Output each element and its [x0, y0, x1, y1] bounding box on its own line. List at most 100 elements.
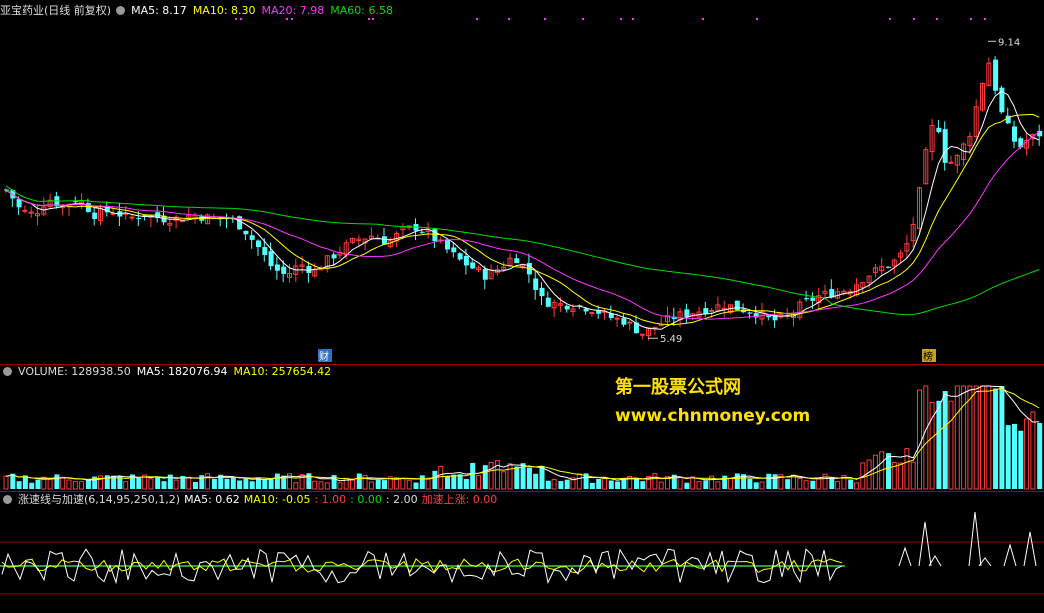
volume-bar-down — [1018, 430, 1024, 489]
volume-bar-down — [514, 466, 520, 489]
candle-body-down — [256, 240, 261, 248]
signal-dot — [582, 18, 584, 20]
candle-body-down — [92, 212, 98, 219]
candle-body-down — [993, 59, 999, 91]
volume-bar-up — [60, 476, 66, 490]
candle-body-down — [16, 199, 22, 208]
candle-body-down — [281, 266, 287, 274]
indicator-spike — [968, 511, 982, 567]
volume-bar-up — [318, 481, 324, 490]
candle-body-down — [470, 262, 476, 269]
candle-body-up — [589, 312, 595, 315]
event-tag-list: 榜 — [923, 350, 933, 363]
candle-body-down — [382, 236, 387, 245]
volume-bar-up — [425, 477, 431, 490]
volume-bar-down — [268, 478, 274, 489]
signal-dot — [756, 18, 758, 20]
signal-dot — [889, 18, 891, 20]
volume-bar-down — [640, 481, 646, 489]
stock-chart[interactable]: 9.14 5.49 财 榜 — [0, 0, 1044, 613]
signal-dot — [368, 18, 370, 20]
candle-body-down — [1018, 138, 1024, 148]
volume-bar-down — [243, 478, 249, 489]
volume-bar-up — [312, 480, 318, 490]
candle-body-down — [243, 230, 249, 235]
candle-body-down — [268, 251, 274, 267]
candle-body-down — [451, 247, 457, 253]
volume-bar-up — [715, 481, 721, 490]
candle-body-down — [419, 231, 425, 233]
candle-body-down — [810, 297, 816, 301]
volume-bar-down — [463, 478, 469, 489]
volume-bar-up — [923, 385, 929, 490]
volume-bar-down — [136, 477, 142, 489]
volume-bar-down — [589, 482, 595, 489]
volume-bar-down — [375, 479, 381, 489]
volume-bar-down — [230, 476, 236, 489]
volume-bar-up — [898, 462, 904, 490]
volume-bar-down — [249, 481, 255, 489]
volume-bar-down — [155, 477, 161, 489]
volume-bar-down — [722, 475, 728, 489]
candle-body-down — [621, 318, 627, 325]
volume-bar-up — [507, 463, 513, 490]
volume-bar-up — [476, 474, 481, 490]
volume-bar-down — [558, 481, 564, 489]
volume-bar-up — [1030, 411, 1036, 490]
volume-bar-down — [161, 481, 167, 489]
volume-bar-down — [419, 475, 425, 489]
volume-bar-down — [772, 474, 778, 489]
candle-body-down — [886, 266, 891, 268]
volume-bar-up — [368, 481, 374, 490]
volume-bar-down — [993, 388, 999, 489]
signal-dot — [286, 18, 288, 20]
volume-bar-up — [362, 474, 368, 490]
volume-bar-up — [551, 478, 557, 490]
volume-bar-up — [488, 461, 494, 490]
watermark-url: www.chnmoney.com — [615, 406, 811, 426]
candle-body-down — [564, 305, 570, 310]
candle-body-up — [22, 209, 28, 212]
indicator-spike — [918, 521, 932, 567]
candle-body-up — [639, 333, 645, 336]
candle-body-down — [804, 298, 810, 300]
candle-body-down — [734, 300, 740, 310]
volume-bar-down — [16, 481, 22, 489]
signal-dot — [372, 18, 374, 20]
volume-bar-down — [211, 478, 217, 489]
candle-body-down — [533, 278, 539, 290]
volume-bar-down — [85, 480, 91, 489]
volume-bar-up — [652, 473, 658, 490]
volume-bar-up — [293, 482, 299, 490]
candle-body-down — [482, 269, 488, 280]
volume-bar-down — [237, 480, 243, 489]
volume-bar-down — [35, 479, 41, 489]
volume-bar-down — [445, 476, 450, 489]
volume-bar-up — [696, 481, 702, 490]
volume-bar-down — [470, 462, 476, 489]
signal-dot — [544, 18, 546, 20]
candle-body-down — [331, 254, 337, 259]
volume-bar-down — [382, 480, 387, 489]
volume-bar-up — [948, 400, 954, 490]
volume-bar-up — [576, 473, 582, 490]
volume-bar-down — [785, 479, 791, 489]
volume-bar-down — [54, 474, 60, 489]
volume-bar-down — [356, 473, 362, 489]
volume-bar-up — [123, 481, 129, 490]
candle-body-down — [545, 297, 551, 307]
candle-body-up — [614, 317, 620, 320]
volume-bar-down — [1005, 425, 1011, 489]
candle-body-down — [747, 312, 753, 314]
volume-bar-up — [816, 478, 822, 490]
indicator-spike — [898, 546, 912, 567]
volume-bar-up — [822, 473, 828, 490]
candle-body-down — [684, 309, 690, 318]
volume-bar-up — [728, 477, 733, 490]
volume-bar-up — [917, 389, 922, 490]
signal-dot — [702, 18, 704, 20]
volume-bar-up — [961, 385, 967, 490]
volume-bar-up — [173, 479, 179, 490]
candle-body-up — [709, 309, 715, 312]
volume-bar-down — [1037, 422, 1043, 489]
